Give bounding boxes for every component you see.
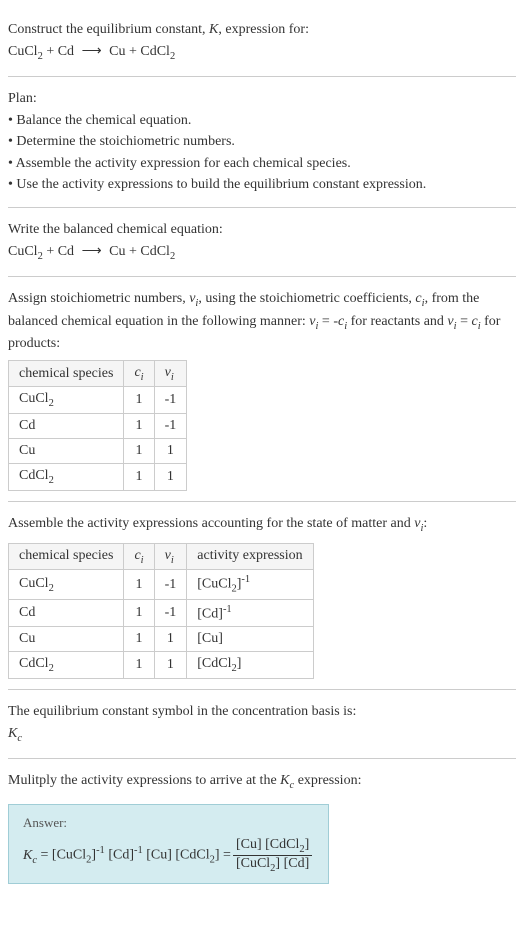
plan-heading: Plan: bbox=[8, 89, 516, 109]
activity-section: Assemble the activity expressions accoun… bbox=[8, 502, 516, 690]
col-ci: ci bbox=[124, 360, 154, 387]
answer-numerator: [Cu] [CdCl2] bbox=[233, 837, 312, 856]
col-ci: ci bbox=[124, 543, 154, 570]
intro-equation: CuCl2 + Cd ⟶ Cu + CdCl2 bbox=[8, 42, 516, 64]
cell-expr: [Cu] bbox=[187, 627, 313, 652]
multiply-section: Mulitply the activity expressions to arr… bbox=[8, 759, 516, 894]
col-expr: activity expression bbox=[187, 543, 313, 570]
table-row: CuCl2 1 -1 bbox=[9, 387, 187, 414]
cell-expr: [Cd]-1 bbox=[187, 599, 313, 627]
multiply-text: Mulitply the activity expressions to arr… bbox=[8, 771, 516, 793]
cell-species: CdCl2 bbox=[9, 464, 124, 491]
plan-item: • Determine the stoichiometric numbers. bbox=[8, 132, 516, 152]
plan-item: • Assemble the activity expression for e… bbox=[8, 154, 516, 174]
intro-section: Construct the equilibrium constant, K, e… bbox=[8, 8, 516, 77]
balanced-section: Write the balanced chemical equation: Cu… bbox=[8, 208, 516, 277]
intro-text: Construct the equilibrium constant, K, e… bbox=[8, 20, 516, 40]
cell-expr: [CdCl2] bbox=[187, 652, 313, 679]
balanced-equation: CuCl2 + Cd ⟶ Cu + CdCl2 bbox=[8, 242, 516, 264]
cell-v: -1 bbox=[154, 570, 187, 599]
plan-item: • Balance the chemical equation. bbox=[8, 111, 516, 131]
table-row: Cu 1 1 bbox=[9, 439, 187, 464]
plan-section: Plan: • Balance the chemical equation. •… bbox=[8, 77, 516, 208]
cell-species: CuCl2 bbox=[9, 570, 124, 599]
cell-c: 1 bbox=[124, 652, 154, 679]
table-row: Cu 1 1 [Cu] bbox=[9, 627, 314, 652]
stoich-section: Assign stoichiometric numbers, νi, using… bbox=[8, 277, 516, 502]
col-species: chemical species bbox=[9, 360, 124, 387]
plan-item: • Use the activity expressions to build … bbox=[8, 175, 516, 195]
cell-v: -1 bbox=[154, 387, 187, 414]
cell-species: CdCl2 bbox=[9, 652, 124, 679]
cell-c: 1 bbox=[124, 439, 154, 464]
cell-species: Cu bbox=[9, 627, 124, 652]
table-row: Cd 1 -1 [Cd]-1 bbox=[9, 599, 314, 627]
answer-lhs: Kc = [CuCl2]-1 [Cd]-1 [Cu] [CdCl2] = bbox=[23, 845, 231, 865]
stoich-table: chemical species ci νi CuCl2 1 -1 Cd 1 -… bbox=[8, 360, 187, 491]
cell-v: 1 bbox=[154, 464, 187, 491]
cell-c: 1 bbox=[124, 599, 154, 627]
balanced-heading: Write the balanced chemical equation: bbox=[8, 220, 516, 240]
table-row: CdCl2 1 1 bbox=[9, 464, 187, 491]
symbol-text: The equilibrium constant symbol in the c… bbox=[8, 702, 516, 722]
cell-species: CuCl2 bbox=[9, 387, 124, 414]
col-species: chemical species bbox=[9, 543, 124, 570]
col-vi: νi bbox=[154, 543, 187, 570]
cell-c: 1 bbox=[124, 464, 154, 491]
activity-table: chemical species ci νi activity expressi… bbox=[8, 543, 314, 680]
cell-c: 1 bbox=[124, 627, 154, 652]
col-vi: νi bbox=[154, 360, 187, 387]
cell-species: Cd bbox=[9, 414, 124, 439]
stoich-text: Assign stoichiometric numbers, νi, using… bbox=[8, 289, 516, 354]
answer-fraction: [Cu] [CdCl2] [CuCl2] [Cd] bbox=[233, 837, 312, 874]
cell-v: -1 bbox=[154, 414, 187, 439]
answer-box: Answer: Kc = [CuCl2]-1 [Cd]-1 [Cu] [CdCl… bbox=[8, 804, 329, 885]
cell-v: 1 bbox=[154, 439, 187, 464]
cell-v: -1 bbox=[154, 599, 187, 627]
cell-v: 1 bbox=[154, 627, 187, 652]
cell-expr: [CuCl2]-1 bbox=[187, 570, 313, 599]
table-row: CuCl2 1 -1 [CuCl2]-1 bbox=[9, 570, 314, 599]
answer-equation: Kc = [CuCl2]-1 [Cd]-1 [Cu] [CdCl2] = [Cu… bbox=[23, 837, 314, 874]
cell-c: 1 bbox=[124, 414, 154, 439]
symbol-section: The equilibrium constant symbol in the c… bbox=[8, 690, 516, 759]
symbol-kc: Kc bbox=[8, 724, 516, 746]
answer-label: Answer: bbox=[23, 815, 314, 831]
activity-text: Assemble the activity expressions accoun… bbox=[8, 514, 516, 536]
answer-denominator: [CuCl2] [Cd] bbox=[233, 856, 312, 874]
cell-c: 1 bbox=[124, 387, 154, 414]
cell-species: Cd bbox=[9, 599, 124, 627]
cell-species: Cu bbox=[9, 439, 124, 464]
table-row: CdCl2 1 1 [CdCl2] bbox=[9, 652, 314, 679]
table-header-row: chemical species ci νi bbox=[9, 360, 187, 387]
cell-v: 1 bbox=[154, 652, 187, 679]
table-row: Cd 1 -1 bbox=[9, 414, 187, 439]
table-header-row: chemical species ci νi activity expressi… bbox=[9, 543, 314, 570]
cell-c: 1 bbox=[124, 570, 154, 599]
